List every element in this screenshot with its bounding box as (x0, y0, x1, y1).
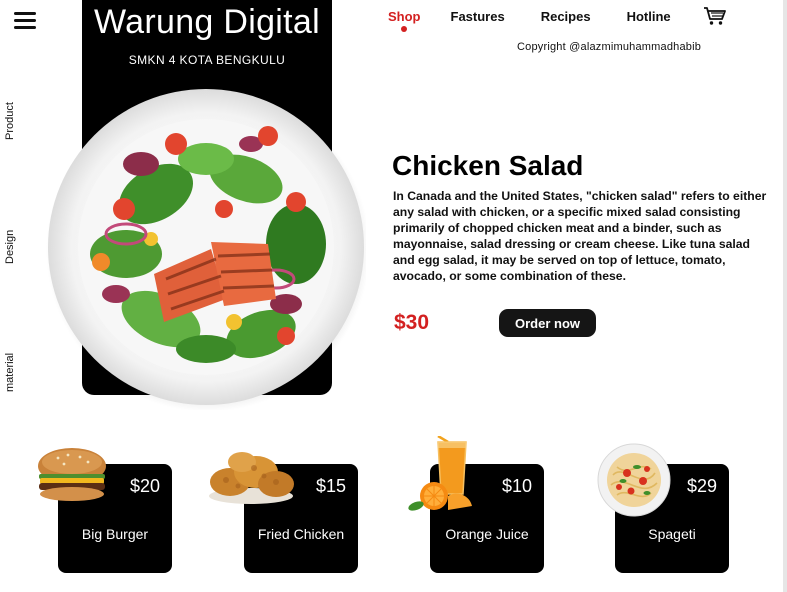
copyright-text: Copyright @alazmimuhammadhabib (517, 41, 702, 53)
fried-chicken-icon (206, 442, 296, 511)
sidebar-item-design[interactable]: Design (4, 230, 16, 264)
product-title: Chicken Salad (392, 150, 584, 181)
sidebar-item-product[interactable]: Product (4, 102, 16, 140)
menu-card-name: Orange Juice (445, 526, 529, 542)
product-price: $30 (394, 311, 430, 334)
active-indicator-dot (401, 26, 407, 32)
brand-title: Warung Digital (94, 3, 320, 41)
scrollbar-edge[interactable] (783, 0, 787, 592)
order-now-button[interactable]: Order now (499, 309, 596, 337)
top-nav: Shop Fastures Recipes Hotline (388, 9, 693, 32)
burger-icon (34, 446, 110, 507)
menu-card-price: $20 (129, 476, 160, 496)
nav-item-shop-label: Shop (388, 9, 421, 24)
chicken-salad-image (46, 84, 370, 412)
nav-item-shop[interactable]: Shop (388, 9, 421, 32)
cart-icon[interactable] (703, 6, 727, 26)
menu-card-name: Big Burger (81, 526, 149, 542)
menu-card-name: Fried Chicken (257, 526, 345, 542)
menu-card-price: $15 (315, 476, 346, 496)
hamburger-menu-icon[interactable] (14, 12, 36, 30)
brand-subtitle: SMKN 4 KOTA BENGKULU (128, 53, 286, 67)
sidebar-item-material[interactable]: material (4, 353, 16, 392)
nav-item-recipes[interactable]: Recipes (541, 9, 591, 24)
orange-juice-icon (408, 434, 474, 521)
menu-card-name: Spageti (648, 526, 696, 542)
nav-item-fastures[interactable]: Fastures (451, 9, 505, 24)
menu-card-price: $10 (501, 476, 532, 496)
spaghetti-icon (597, 443, 671, 522)
nav-item-hotline[interactable]: Hotline (627, 9, 671, 24)
product-description: In Canada and the United States, "chicke… (393, 189, 767, 283)
menu-card-price: $29 (686, 476, 717, 496)
